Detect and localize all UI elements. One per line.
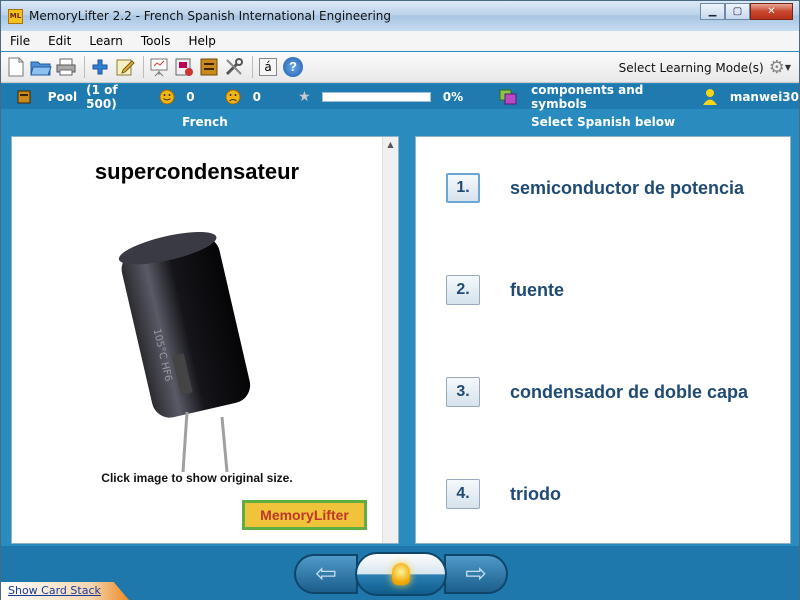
next-button[interactable]: ⇨: [444, 554, 508, 594]
answer-language-header: Select Spanish below: [530, 115, 676, 129]
answer-text[interactable]: fuente: [510, 280, 564, 301]
user-icon: [702, 88, 718, 105]
presenter-icon[interactable]: [148, 56, 170, 78]
toolbar-separator: [252, 56, 253, 78]
previous-button[interactable]: ⇦: [294, 554, 358, 594]
maximize-button[interactable]: ▢: [725, 3, 750, 20]
menu-edit[interactable]: Edit: [39, 34, 80, 48]
smiley-sad-icon: [225, 89, 241, 105]
menu-learn[interactable]: Learn: [80, 34, 132, 48]
status-bar: Pool (1 of 500) 0 0 ★ 0% components and …: [1, 82, 800, 111]
menu-help[interactable]: Help: [179, 34, 224, 48]
close-button[interactable]: ✕: [750, 3, 793, 20]
chapter-icon[interactable]: [499, 89, 519, 105]
answer-text[interactable]: semiconductor de potencia: [510, 178, 744, 199]
answer-option[interactable]: 4. triodo: [446, 479, 561, 509]
pool-box-icon: [17, 89, 32, 105]
answer-text[interactable]: condensador de doble capa: [510, 382, 748, 403]
answer-text[interactable]: triodo: [510, 484, 561, 505]
add-icon[interactable]: [89, 56, 111, 78]
memorylifter-logo: MemoryLifter: [242, 500, 367, 530]
app-icon: ML: [8, 8, 23, 24]
menu-tools[interactable]: Tools: [132, 34, 180, 48]
answer-number-button[interactable]: 4.: [446, 479, 480, 509]
answer-option[interactable]: 3. condensador de doble capa: [446, 377, 748, 407]
user-name: manwei30: [729, 89, 800, 104]
minimize-button[interactable]: ▁: [700, 3, 725, 20]
pool-label: Pool: [47, 89, 78, 104]
help-char: ?: [283, 57, 303, 77]
scrollbar[interactable]: ▲: [382, 137, 398, 543]
tools-icon[interactable]: [223, 56, 245, 78]
panel-headers: French Select Spanish below: [1, 109, 799, 135]
answer-number-button[interactable]: 3.: [446, 377, 480, 407]
window-title: MemoryLifter 2.2 - French Spanish Intern…: [29, 9, 392, 23]
answer-number-button[interactable]: 1.: [446, 173, 480, 203]
arrow-right-icon: ⇨: [465, 559, 487, 589]
new-icon[interactable]: [5, 56, 27, 78]
scroll-up-icon[interactable]: ▲: [383, 137, 398, 153]
open-icon[interactable]: [30, 56, 52, 78]
box-icon[interactable]: [198, 56, 220, 78]
accent-icon[interactable]: á: [257, 56, 279, 78]
wrong-count: 0: [252, 89, 261, 104]
correct-count: 0: [186, 89, 195, 104]
progress-bar: [321, 91, 431, 102]
answer-number-button[interactable]: 2.: [446, 275, 480, 305]
smiley-happy-icon: [159, 89, 175, 105]
star-icon: ★: [298, 88, 311, 105]
answer-option[interactable]: 1. semiconductor de potencia: [446, 173, 744, 203]
app-window: ML MemoryLifter 2.2 - French Spanish Int…: [0, 0, 800, 600]
print-icon[interactable]: [55, 56, 77, 78]
toolbar: á ? Select Learning Mode(s) ⚙ ▼: [1, 52, 799, 83]
image-hint: Click image to show original size.: [101, 471, 293, 485]
chevron-down-icon[interactable]: ▼: [785, 63, 791, 72]
question-word: supercondensateur: [94, 159, 300, 184]
navigation-controls: ⇦ ⇨: [294, 552, 508, 596]
show-card-stack-tab[interactable]: Show Card Stack: [1, 582, 129, 600]
show-card-stack-link[interactable]: Show Card Stack: [8, 584, 101, 597]
menu-file[interactable]: File: [1, 34, 39, 48]
chapter-name[interactable]: components and symbols: [531, 83, 690, 111]
toolbar-separator: [84, 56, 85, 78]
lightbulb-icon: [392, 563, 410, 585]
toolbar-separator: [143, 56, 144, 78]
pool-count: (1 of 500): [86, 82, 118, 111]
title-bar[interactable]: ML MemoryLifter 2.2 - French Spanish Int…: [1, 1, 799, 31]
learning-mode-label: Select Learning Mode(s): [618, 60, 764, 75]
question-panel: supercondensateur 105°C HF6 Click image …: [11, 136, 399, 544]
answer-panel: 1. semiconductor de potencia 2. fuente 3…: [415, 136, 791, 544]
arrow-left-icon: ⇦: [315, 559, 337, 589]
progress-percent: 0%: [442, 89, 464, 104]
learning-mode-selector[interactable]: Select Learning Mode(s) ⚙ ▼: [619, 57, 791, 78]
menu-bar: File Edit Learn Tools Help: [1, 31, 799, 51]
accent-char: á: [259, 58, 277, 76]
gear-icon[interactable]: ⚙: [769, 57, 785, 78]
hint-button[interactable]: [355, 552, 447, 596]
edit-icon[interactable]: [114, 56, 136, 78]
question-language-header: French: [182, 115, 228, 129]
card-icon[interactable]: [173, 56, 195, 78]
answer-option[interactable]: 2. fuente: [446, 275, 564, 305]
capacitor-image[interactable]: 105°C HF6: [107, 231, 267, 476]
help-icon[interactable]: ?: [282, 56, 304, 78]
